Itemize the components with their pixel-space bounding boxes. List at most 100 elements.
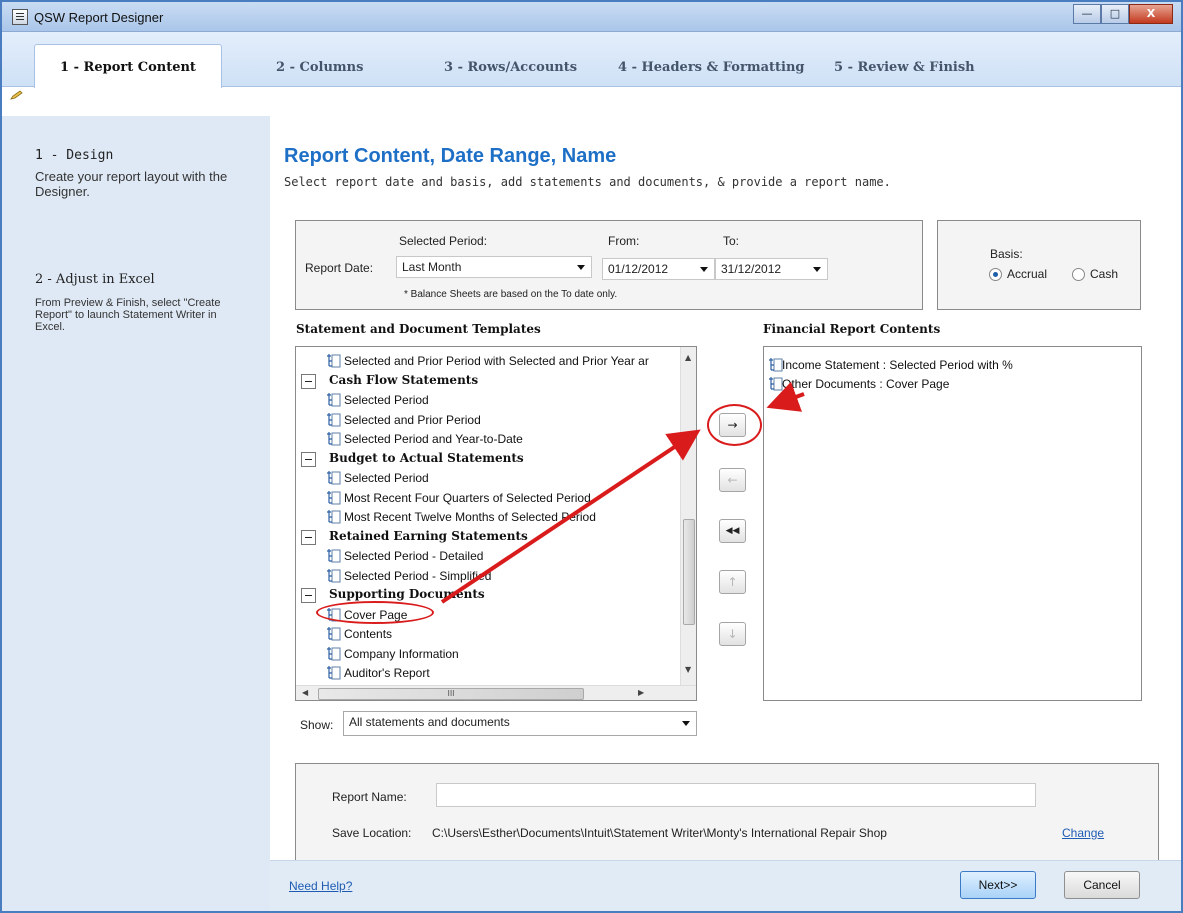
need-help-link[interactable]: Need Help? xyxy=(289,879,352,893)
tree-item-label: Auditor's Report xyxy=(344,666,430,680)
show-filter-dropdown[interactable]: All statements and documents xyxy=(343,711,697,736)
tree-item-label: Selected Period - Detailed xyxy=(344,549,484,563)
page-subtitle: Select report date and basis, add statem… xyxy=(284,175,891,189)
maximize-button[interactable]: □ xyxy=(1101,4,1129,24)
minimize-button[interactable]: — xyxy=(1073,4,1101,24)
report-name-input[interactable] xyxy=(436,783,1036,807)
collapse-icon[interactable] xyxy=(301,588,316,603)
move-up-button[interactable]: ↑ xyxy=(719,570,746,594)
tree-item-label: Selected Period - Simplified xyxy=(344,568,492,583)
tab-report-content[interactable]: 1 - Report Content xyxy=(34,44,222,88)
tree-category-label: Budget to Actual Statements xyxy=(329,450,524,465)
template-icon xyxy=(327,627,341,641)
change-location-link[interactable]: Change xyxy=(1062,826,1104,840)
from-date-picker[interactable]: 01/12/2012 xyxy=(602,258,715,280)
remove-all-button[interactable]: ◀◀ xyxy=(719,519,746,543)
vscroll-thumb[interactable] xyxy=(683,519,695,625)
app-icon xyxy=(12,9,28,25)
report-designer-window: QSW Report Designer — □ X 1 - Report Con… xyxy=(0,0,1183,913)
hscroll-thumb[interactable]: III xyxy=(318,688,584,700)
tree-item-label: Company Information xyxy=(344,646,459,661)
templates-title: Statement and Document Templates xyxy=(296,322,541,336)
chevron-down-icon xyxy=(700,267,708,272)
chevron-down-icon xyxy=(813,267,821,272)
pencil-icon xyxy=(10,90,23,100)
save-location-value: C:\Users\Esther\Documents\Intuit\Stateme… xyxy=(432,826,887,840)
tree-category-label: Supporting Documents xyxy=(329,587,485,601)
excel-step-title: 2 - Adjust in Excel xyxy=(35,272,155,287)
tree-item-label: Most Recent Twelve Months of Selected Pe… xyxy=(344,510,596,524)
template-icon xyxy=(327,354,341,368)
template-icon xyxy=(327,646,341,660)
tab-review-finish[interactable]: 5 - Review & Finish xyxy=(834,46,975,86)
template-icon xyxy=(327,666,341,680)
tree-item-label: Contents xyxy=(344,627,393,641)
report-name-label: Report Name: xyxy=(332,790,407,804)
chevron-down-icon xyxy=(577,265,585,270)
report-name-box: Report Name: Save Location: C:\Users\Est… xyxy=(295,763,1159,861)
close-button[interactable]: X xyxy=(1129,4,1173,24)
collapse-icon[interactable] xyxy=(301,529,316,545)
footer-bar xyxy=(270,860,1181,911)
collapse-icon[interactable] xyxy=(301,373,316,389)
move-down-button[interactable]: ↓ xyxy=(719,622,746,646)
basis-box: Basis: Accrual Cash xyxy=(937,220,1141,310)
left-help-panel: 1 - Design Create your report layout wit… xyxy=(2,116,270,911)
template-icon xyxy=(327,549,341,563)
scroll-right-icon[interactable]: ▶ xyxy=(638,688,644,697)
design-step-text: Create your report layout with the Desig… xyxy=(35,169,228,199)
balance-sheet-note: * Balance Sheets are based on the To dat… xyxy=(404,289,618,300)
page-title: Report Content, Date Range, Name xyxy=(284,145,617,167)
from-label: From: xyxy=(608,234,640,248)
remove-from-report-button[interactable]: ← xyxy=(719,468,746,492)
tree-category-label: Cash Flow Statements xyxy=(329,372,479,387)
tab-rows-accounts[interactable]: 3 - Rows/Accounts xyxy=(444,46,577,86)
show-value: All statements and documents xyxy=(349,715,510,729)
annotation-ellipse-cover-page xyxy=(316,601,434,624)
scroll-down-icon[interactable]: ▼ xyxy=(685,665,691,674)
window-controls: — □ X xyxy=(1073,4,1173,24)
tree-item-label: Selected Period xyxy=(344,393,429,407)
tree-item-label: Selected and Prior Period xyxy=(344,412,481,427)
period-value: Last Month xyxy=(402,260,462,274)
content-item-label: Income Statement : Selected Period with … xyxy=(782,358,1013,372)
tree-item-label: Selected Period and Year-to-Date xyxy=(344,432,523,446)
templates-vscrollbar[interactable]: ▲ ▼ xyxy=(680,347,696,685)
to-date-picker[interactable]: 31/12/2012 xyxy=(715,258,828,280)
tab-columns[interactable]: 2 - Columns xyxy=(276,46,363,86)
selected-period-label: Selected Period: xyxy=(399,234,488,248)
report-date-label: Report Date: xyxy=(305,261,374,275)
excel-step-text: From Preview & Finish, select "Create Re… xyxy=(35,297,221,333)
title-bar: QSW Report Designer — □ X xyxy=(2,2,1181,32)
next-button[interactable]: Next>> xyxy=(960,871,1036,899)
accrual-label: Accrual xyxy=(1007,267,1048,281)
to-date-value: 31/12/2012 xyxy=(721,262,782,276)
template-icon xyxy=(327,432,341,446)
cash-label: Cash xyxy=(1090,267,1119,281)
scroll-left-icon[interactable]: ◀ xyxy=(302,688,308,697)
template-icon xyxy=(327,393,341,407)
save-location-label: Save Location: xyxy=(332,826,412,840)
period-dropdown[interactable]: Last Month xyxy=(396,256,592,278)
wizard-tab-bar: 1 - Report Content 2 - Columns 3 - Rows/… xyxy=(2,32,1181,88)
templates-hscrollbar[interactable]: ◀ III ▶ xyxy=(296,685,696,700)
template-icon xyxy=(327,510,341,524)
scroll-up-icon[interactable]: ▲ xyxy=(685,353,691,362)
tree-item-label: Most Recent Four Quarters of Selected Pe… xyxy=(344,490,591,505)
collapse-icon[interactable] xyxy=(301,451,316,467)
annotation-ellipse-add xyxy=(707,404,762,446)
cash-radio[interactable] xyxy=(1072,268,1085,281)
chevron-down-icon xyxy=(682,721,690,726)
templates-tree[interactable]: Selected and Prior Period with Selected … xyxy=(295,346,697,701)
cancel-button[interactable]: Cancel xyxy=(1064,871,1140,899)
from-date-value: 01/12/2012 xyxy=(608,262,669,276)
template-icon xyxy=(327,471,341,485)
window-title: QSW Report Designer xyxy=(34,10,164,25)
tree-item-label: Selected Period xyxy=(344,471,429,485)
accrual-radio[interactable] xyxy=(989,268,1002,281)
design-step-title: 1 - Design xyxy=(35,148,114,163)
report-date-box: Selected Period: From: To: Report Date: … xyxy=(295,220,923,310)
tab-headers-formatting[interactable]: 4 - Headers & Formatting xyxy=(618,46,805,86)
content-item-label: Other Documents : Cover Page xyxy=(782,377,950,391)
report-contents-list[interactable]: Income Statement : Selected Period with … xyxy=(763,346,1142,701)
